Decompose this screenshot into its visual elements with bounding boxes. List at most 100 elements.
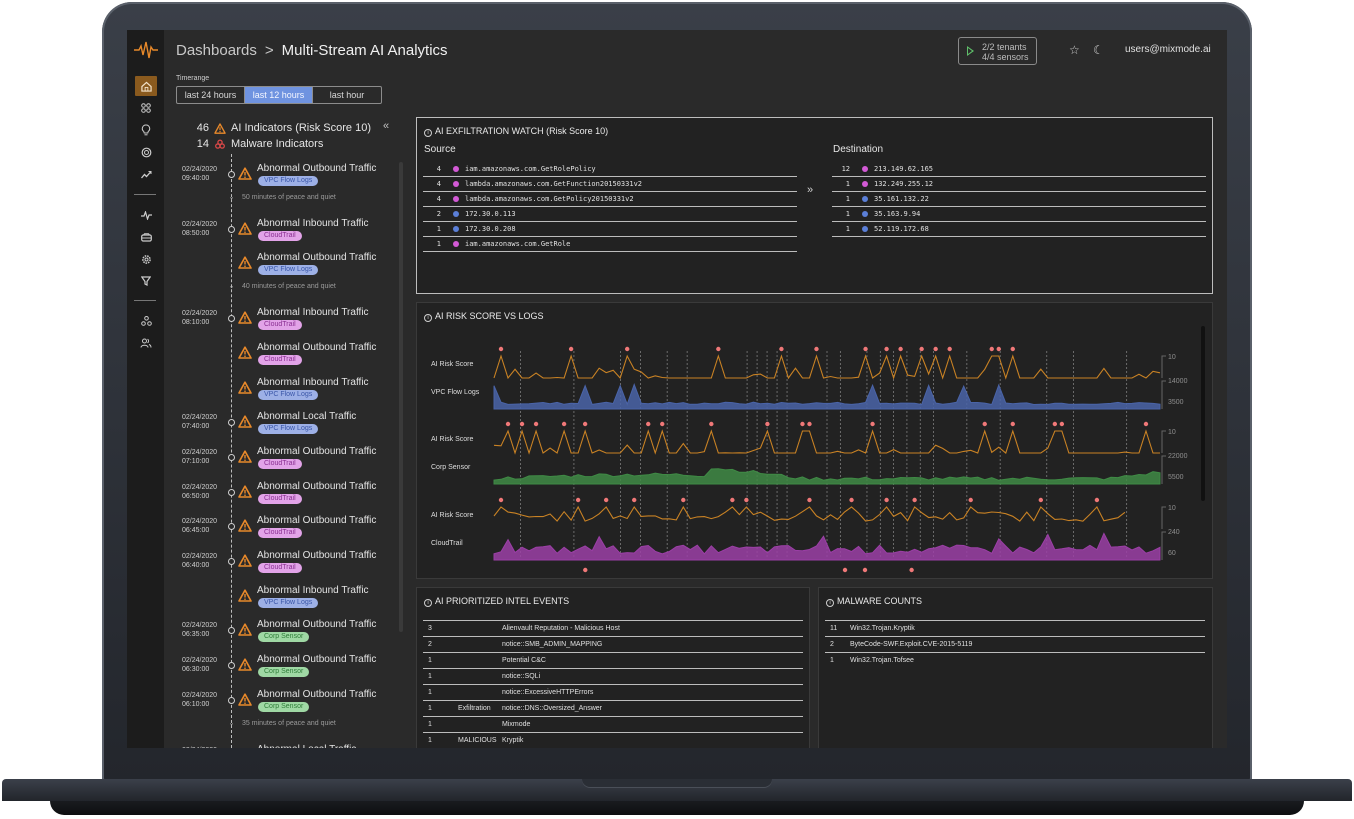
destination-row[interactable]: 1 132.249.255.12	[832, 177, 1206, 192]
intel-event-row[interactable]: 1 notice::ExcessiveHTTPErrors	[423, 684, 803, 700]
intel-event-row[interactable]: 3 Alienvault Reputation - Malicious Host	[423, 620, 803, 636]
risk-alert-dot[interactable]	[1094, 497, 1100, 503]
malware-row[interactable]: 11 Win32.Trojan.Kryptik	[825, 620, 1205, 636]
risk-alert-dot[interactable]	[842, 567, 848, 573]
risk-alert-dot[interactable]	[498, 346, 504, 352]
source-badge[interactable]: Corp Sensor	[258, 701, 310, 712]
moon-icon[interactable]: ☾	[1093, 43, 1104, 57]
source-badge[interactable]: CloudTrail	[258, 354, 302, 365]
timerange-24h[interactable]: last 24 hours	[177, 87, 245, 103]
risk-alert-dot[interactable]	[1038, 497, 1044, 503]
risk-alert-dot[interactable]	[709, 421, 714, 427]
destination-row[interactable]: 1 35.163.9.94	[832, 207, 1206, 222]
timeline-event[interactable]: Abnormal Inbound Traffic VPC Flow Logs	[164, 374, 407, 408]
rail-users[interactable]	[135, 333, 157, 353]
info-icon[interactable]: i	[424, 129, 432, 137]
source-badge[interactable]: Corp Sensor	[258, 667, 310, 678]
risk-alert-dot[interactable]	[884, 497, 889, 503]
source-badge[interactable]: CloudTrail	[258, 458, 302, 469]
timeline-event[interactable]: 02/24/2020 06:40:00 Abnormal Outbound Traf…	[164, 547, 407, 581]
ai-indicators-summary[interactable]: 46 AI Indicators (Risk Score 10)	[187, 120, 371, 136]
rail-settings[interactable]	[135, 249, 157, 269]
risk-alert-dot[interactable]	[968, 497, 973, 503]
malware-row[interactable]: 1 Win32.Trojan.Tofsee	[825, 652, 1205, 668]
risk-alert-dot[interactable]	[575, 497, 581, 503]
risk-alert-dot[interactable]	[862, 567, 868, 573]
rail-network[interactable]	[135, 311, 157, 331]
timeline-event[interactable]: 02/24/2020 Abnormal Local Traffic	[164, 741, 407, 748]
risk-alert-dot[interactable]	[519, 421, 525, 427]
timeline-event[interactable]: 02/24/2020 06:45:00 Abnormal Outbound Traf…	[164, 512, 407, 546]
risk-alert-dot[interactable]	[919, 346, 924, 352]
info-icon[interactable]: i	[826, 599, 834, 607]
timeline-event[interactable]: 02/24/2020 09:40:00 Abnormal Outbound Traf…	[164, 160, 407, 194]
risk-alert-dot[interactable]	[814, 346, 819, 352]
timeline-event[interactable]: 02/24/2020 08:50:00 Abnormal Inbound Traff…	[164, 215, 407, 249]
risk-alert-dot[interactable]	[730, 497, 735, 503]
rail-filters[interactable]	[135, 271, 157, 291]
risk-alert-dot[interactable]	[849, 497, 854, 503]
risk-alert-dot[interactable]	[996, 346, 1001, 352]
collapse-timeline-button[interactable]: «	[383, 120, 389, 132]
timeline-event[interactable]: Abnormal Outbound Traffic CloudTrail	[164, 339, 407, 373]
timeline-event[interactable]: Abnormal Inbound Traffic VPC Flow Logs	[164, 582, 407, 616]
risk-alert-dot[interactable]	[765, 421, 770, 427]
risk-alert-dot[interactable]	[1010, 346, 1015, 352]
risk-alert-dot[interactable]	[982, 421, 987, 427]
risk-alert-dot[interactable]	[498, 497, 504, 503]
chart-scrollbar[interactable]	[1201, 326, 1205, 501]
risk-alert-dot[interactable]	[561, 421, 567, 427]
malware-row[interactable]: 2 ByteCode-SWF.Exploit.CVE-2015-5119	[825, 636, 1205, 652]
risk-alert-dot[interactable]	[807, 497, 812, 503]
source-row[interactable]: 1 iam.amazonaws.com.GetRole	[423, 237, 797, 252]
timerange-1h[interactable]: last hour	[313, 87, 381, 103]
source-badge[interactable]: VPC Flow Logs	[258, 265, 319, 276]
source-badge[interactable]: VPC Flow Logs	[258, 597, 319, 608]
rail-threats[interactable]	[135, 142, 157, 162]
risk-alert-dot[interactable]	[947, 346, 952, 352]
intel-event-row[interactable]: 2 notice::SMB_ADMIN_MAPPING	[423, 636, 803, 652]
risk-alert-dot[interactable]	[568, 346, 574, 352]
timeline-scrollbar[interactable]	[399, 162, 403, 632]
risk-alert-dot[interactable]	[898, 346, 903, 352]
timeline-event[interactable]: 02/24/2020 08:10:00 Abnormal Inbound Traff…	[164, 304, 407, 338]
rail-dashboards[interactable]	[135, 98, 157, 118]
source-badge[interactable]: VPC Flow Logs	[258, 389, 319, 400]
star-icon[interactable]: ☆	[1069, 43, 1080, 57]
risk-alert-dot[interactable]	[1059, 421, 1065, 427]
destination-row[interactable]: 1 35.161.132.22	[832, 192, 1206, 207]
risk-alert-dot[interactable]	[660, 421, 665, 427]
breadcrumb-dashboards[interactable]: Dashboards	[176, 42, 257, 59]
source-row[interactable]: 4 lambda.amazonaws.com.GetFunction2015033…	[423, 177, 797, 192]
info-icon[interactable]: i	[424, 599, 432, 607]
risk-alert-dot[interactable]	[1010, 421, 1015, 427]
risk-alert-dot[interactable]	[583, 567, 588, 573]
timeline-event[interactable]: 02/24/2020 07:10:00 Abnormal Outbound Traf…	[164, 443, 407, 477]
destination-row[interactable]: 12 213.149.62.165	[832, 162, 1206, 177]
risk-alert-dot[interactable]	[744, 497, 749, 503]
risk-alert-dot[interactable]	[681, 497, 686, 503]
risk-alert-dot[interactable]	[863, 346, 868, 352]
risk-alert-dot[interactable]	[603, 497, 609, 503]
timeline-event[interactable]: Abnormal Outbound Traffic VPC Flow Logs	[164, 249, 407, 283]
risk-alert-dot[interactable]	[912, 497, 917, 503]
mixmode-logo-icon[interactable]	[134, 40, 158, 60]
source-row[interactable]: 1 172.30.0.208	[423, 222, 797, 237]
source-badge[interactable]: CloudTrail	[258, 320, 302, 331]
source-badge[interactable]: CloudTrail	[258, 528, 302, 539]
risk-alert-dot[interactable]	[870, 421, 875, 427]
intel-event-row[interactable]: 1 notice::SQLi	[423, 668, 803, 684]
risk-alert-dot[interactable]	[933, 346, 938, 352]
source-badge[interactable]: CloudTrail	[258, 493, 302, 504]
timeline-event[interactable]: 02/24/2020 07:40:00 Abnormal Local Traffic…	[164, 408, 407, 442]
risk-alert-dot[interactable]	[632, 497, 637, 503]
source-row[interactable]: 2 172.30.0.113	[423, 207, 797, 222]
source-badge[interactable]: CloudTrail	[258, 563, 302, 573]
timeline-event[interactable]: 02/24/2020 06:50:00 Abnormal Outbound Traf…	[164, 478, 407, 512]
source-badge[interactable]: CloudTrail	[258, 230, 302, 241]
risk-alert-dot[interactable]	[989, 346, 994, 352]
malware-indicators-summary[interactable]: 14 Malware Indicators	[187, 136, 371, 152]
tenant-sensor-status-button[interactable]: 2/2 tenants 4/4 sensors	[958, 37, 1037, 65]
rail-home[interactable]	[135, 76, 157, 96]
risk-alert-dot[interactable]	[909, 567, 914, 573]
